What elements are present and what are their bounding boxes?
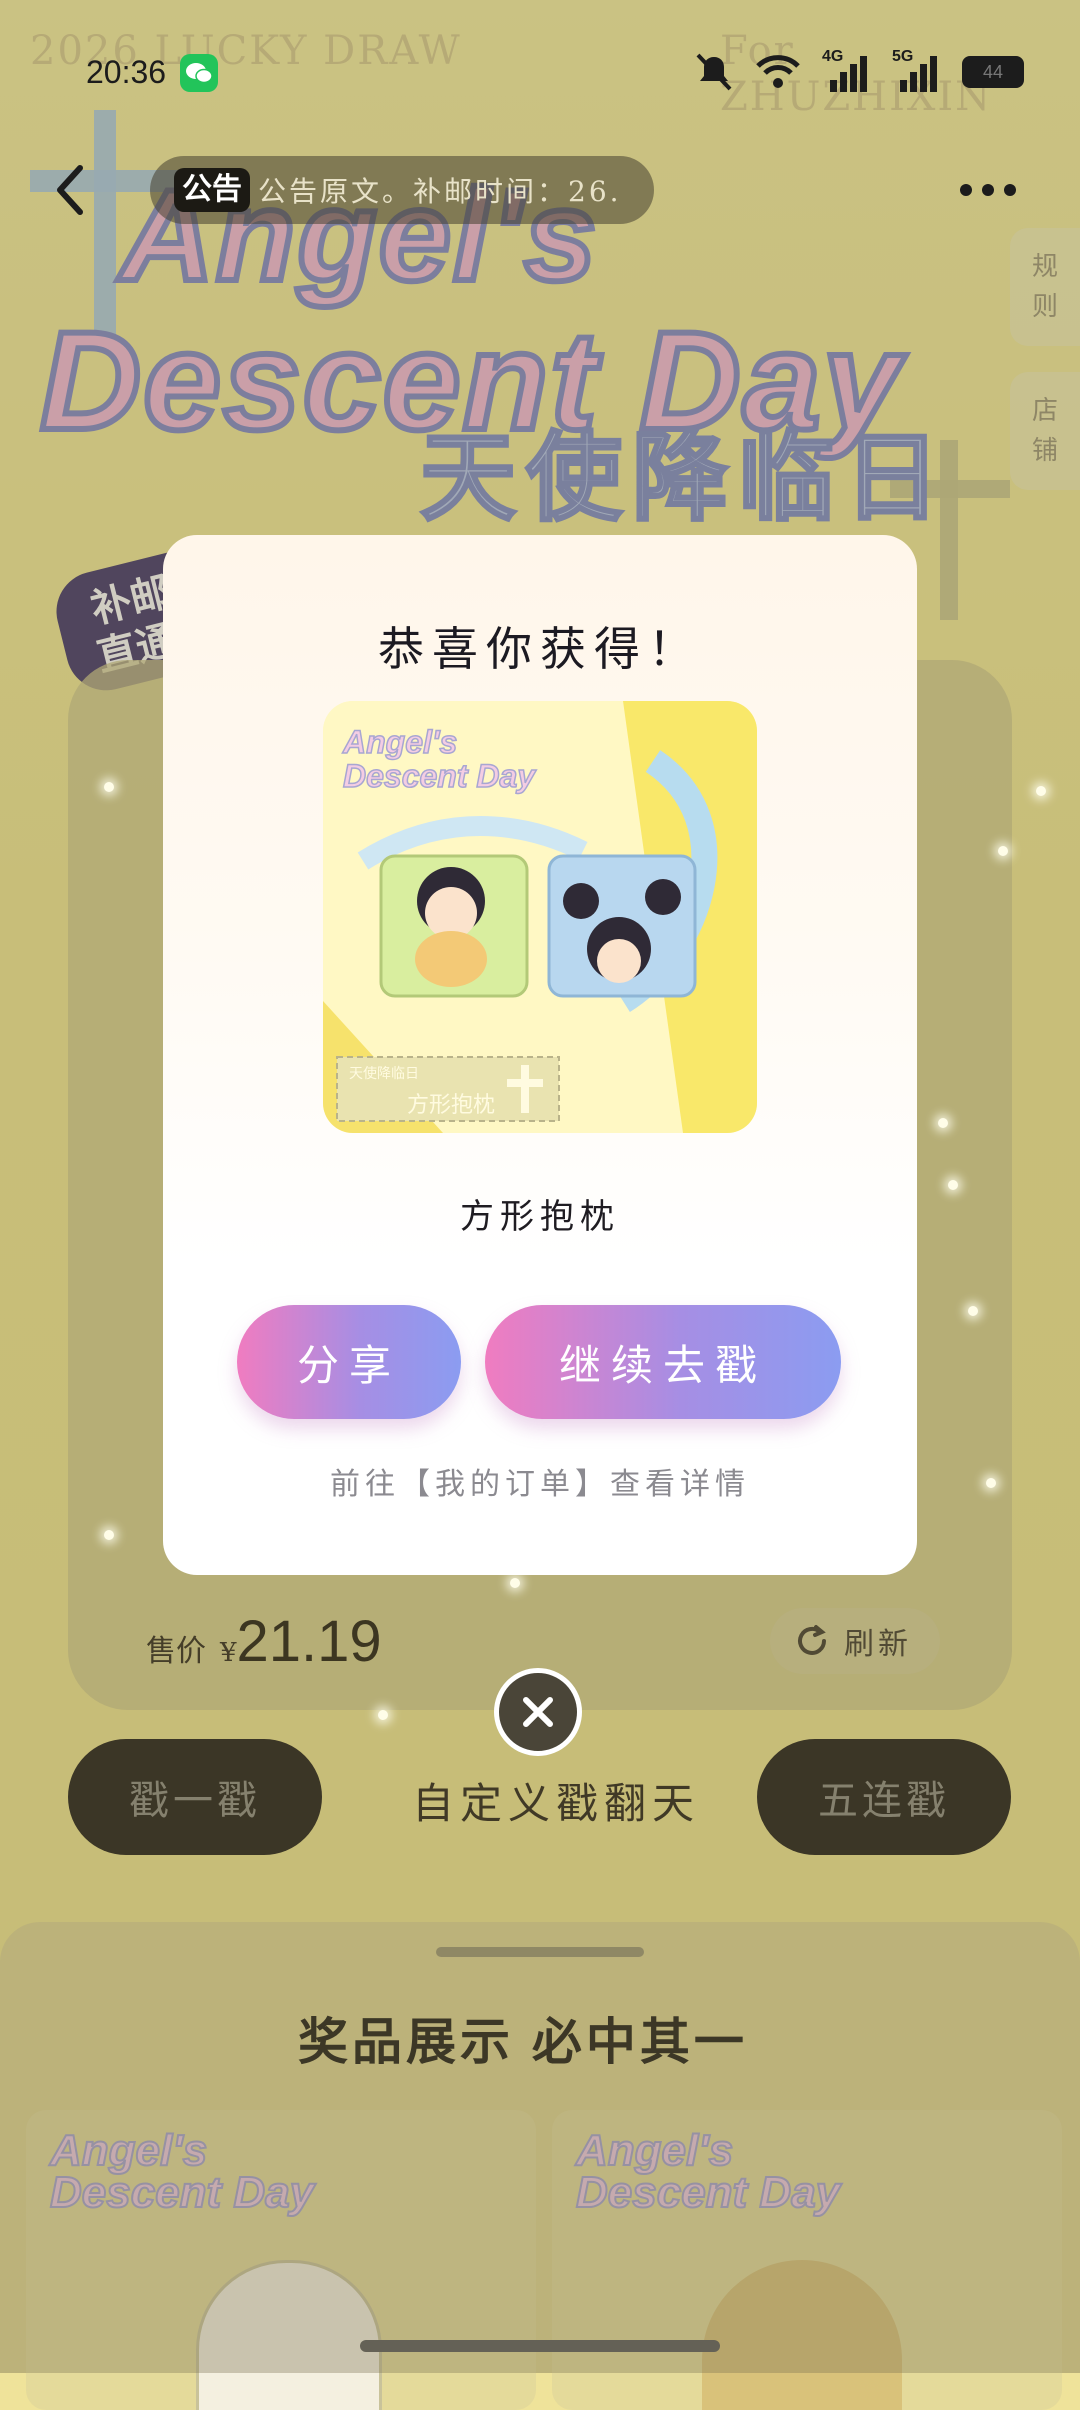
sparkle-decoration: [998, 846, 1008, 856]
shop-tab-char1: 店: [1031, 396, 1058, 426]
sparkle-decoration: [968, 1306, 978, 1316]
sparkle-decoration: [1036, 786, 1046, 796]
prize-image-caption: 天使降临日: [349, 1066, 419, 1082]
prize-logo-line2: Descent Day: [342, 758, 536, 794]
5g-label: 5G: [892, 48, 914, 65]
mute-icon: [696, 53, 732, 91]
rules-tab[interactable]: 规 则: [1010, 228, 1080, 346]
close-dialog-button[interactable]: [494, 1668, 582, 1756]
status-time: 20:36: [86, 54, 167, 90]
sparkle-decoration: [938, 1118, 948, 1128]
prize-logo-line1: Angel's: [342, 724, 458, 760]
rules-tab-char2: 则: [1031, 292, 1058, 322]
wechat-icon: [180, 54, 218, 92]
prize-name: 方形抱枕: [460, 1197, 620, 1237]
sparkle-decoration: [986, 1478, 996, 1488]
sparkle-decoration: [104, 782, 114, 792]
notice-tag: 公告: [174, 168, 250, 212]
4g-label: 4G: [822, 48, 844, 65]
dialog-title: 恭喜你获得！: [378, 622, 702, 676]
4g-signal-icon: 4G: [822, 48, 870, 92]
back-button[interactable]: [30, 150, 110, 230]
sparkle-decoration: [948, 1180, 958, 1190]
prize-image-logo: Angel's Descent Day: [342, 724, 536, 794]
5g-signal-icon: 5G: [892, 48, 940, 92]
prize-result-dialog: 恭喜你获得！ Angel's Descent Day 天使降临日 方形抱枕 方形…: [163, 535, 917, 1575]
order-hint-link[interactable]: 前往【我的订单】查看详情: [163, 1459, 917, 1503]
battery-icon: 44: [962, 56, 1024, 88]
notice-text: 公告原文。补邮时间：26.: [258, 175, 622, 208]
chevron-left-icon: [57, 165, 83, 215]
sparkle-decoration: [104, 1530, 114, 1540]
continue-draw-button[interactable]: 继续去戳: [485, 1305, 841, 1419]
wifi-icon: [756, 55, 800, 88]
prize-image: Angel's Descent Day 天使降临日 方形抱枕: [323, 701, 757, 1133]
rules-tab-char1: 规: [1031, 252, 1058, 282]
sparkle-decoration: [510, 1578, 520, 1588]
shop-tab[interactable]: 店 铺: [1010, 372, 1080, 490]
notice-bar[interactable]: 公告 公告原文。补邮时间：26.: [150, 156, 654, 224]
close-icon: [523, 1697, 553, 1727]
prize-image-caption-2: 方形抱枕: [407, 1093, 496, 1118]
status-icons: 4G 5G 44: [694, 48, 1024, 92]
sparkle-decoration: [378, 1710, 388, 1720]
shop-tab-char2: 铺: [1031, 436, 1058, 466]
more-dots-icon[interactable]: [960, 170, 1040, 210]
share-button[interactable]: 分享: [237, 1305, 461, 1419]
